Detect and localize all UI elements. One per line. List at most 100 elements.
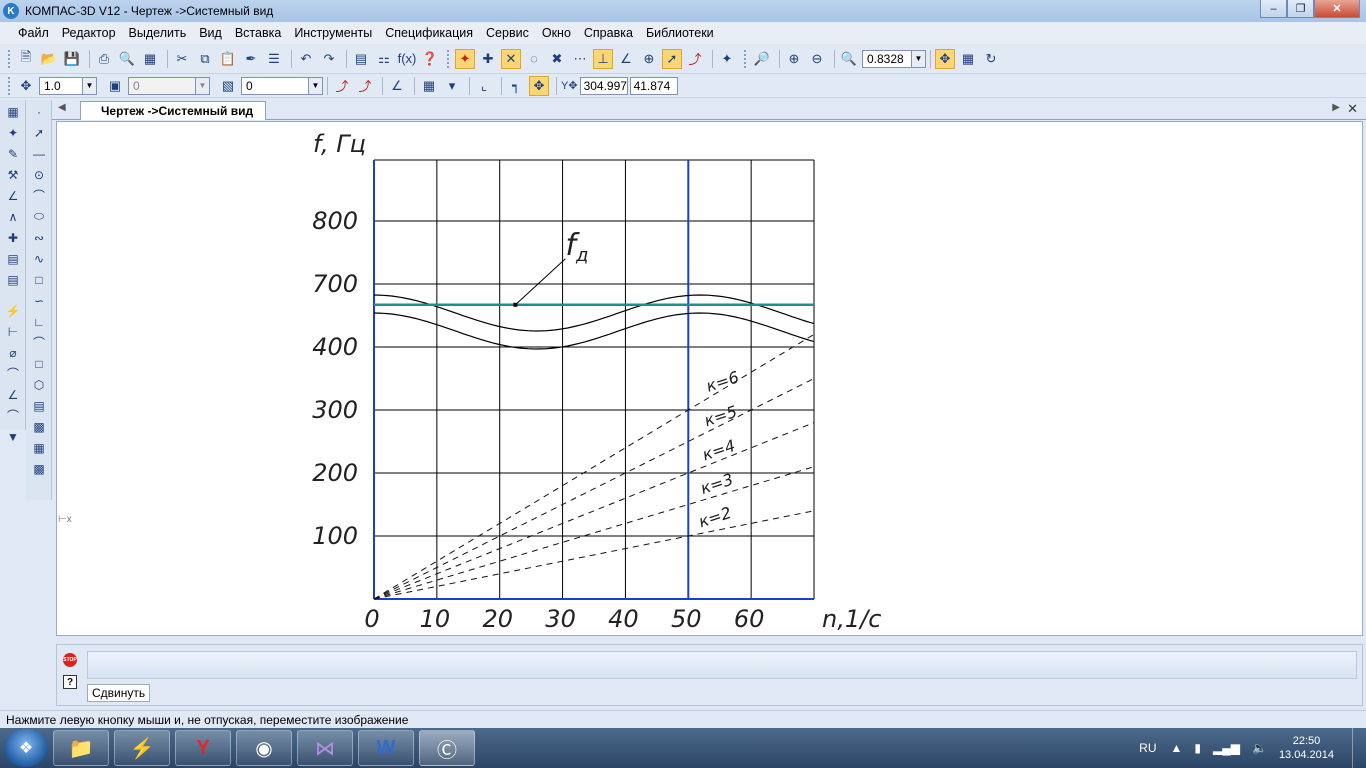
angle-dimension-icon[interactable]: ∠: [3, 385, 23, 404]
polygon-icon[interactable]: ⬡: [29, 375, 49, 394]
measure-tab-icon[interactable]: ∧: [3, 207, 23, 226]
ortho-icon[interactable]: ∠: [387, 76, 407, 96]
hatch-icon[interactable]: ▤: [29, 396, 49, 415]
params-icon[interactable]: ⤴: [332, 76, 352, 96]
stop-icon[interactable]: STOP: [63, 653, 77, 667]
round-icon[interactable]: ✥: [529, 75, 549, 96]
chevron-down-icon[interactable]: ▼: [911, 50, 925, 67]
local-cs-icon[interactable]: ⌞: [474, 76, 494, 96]
snap-angle-icon[interactable]: ✖: [547, 49, 567, 69]
linear-dimension-icon[interactable]: ⊢: [3, 322, 23, 341]
visual-studio-icon[interactable]: ⋈: [297, 730, 353, 766]
view-icon[interactable]: ▣: [105, 76, 125, 96]
menu-service[interactable]: Сервис: [486, 26, 529, 40]
chevron-down-icon[interactable]: ▼: [82, 77, 96, 94]
toolbar-grip[interactable]: [8, 49, 12, 68]
snap-intersection-icon[interactable]: ✚: [478, 49, 498, 69]
toolbar-grip[interactable]: [8, 76, 12, 95]
show-all-icon[interactable]: ▦: [958, 49, 978, 69]
menu-file[interactable]: Файл: [18, 26, 49, 40]
dimensions-tab-icon[interactable]: ✦: [3, 123, 23, 142]
spline-icon[interactable]: ∾: [29, 228, 49, 247]
cut-icon[interactable]: ✂: [172, 49, 192, 69]
point-icon[interactable]: ·: [29, 102, 49, 121]
snap-middle-icon[interactable]: ⊥: [593, 48, 613, 69]
magnet-icon[interactable]: ⤴: [685, 49, 705, 69]
help-cursor-icon[interactable]: ❓: [420, 49, 440, 69]
chevron-down-icon[interactable]: ▼: [308, 77, 322, 94]
undo-icon[interactable]: ↶: [296, 49, 316, 69]
layer-icon[interactable]: ▧: [218, 76, 238, 96]
ellipse-icon[interactable]: ⬭: [29, 207, 49, 226]
word-icon[interactable]: W: [358, 730, 414, 766]
line-width-combo[interactable]: 1.0 ▼: [39, 76, 97, 95]
properties-icon[interactable]: ▦: [140, 49, 160, 69]
coord-x-field[interactable]: 304.997: [579, 76, 628, 95]
circle-icon[interactable]: ⊙: [29, 165, 49, 184]
fillet-icon[interactable]: ⌒: [29, 333, 49, 352]
snap-settings-icon[interactable]: ✦: [717, 49, 737, 69]
redo-icon[interactable]: ↷: [319, 49, 339, 69]
tab-close-icon[interactable]: ✕: [1347, 101, 1358, 117]
zoom-window-icon[interactable]: 🔎: [752, 49, 772, 69]
list-icon[interactable]: ☰: [264, 49, 284, 69]
local-snap-icon[interactable]: ⤴: [355, 76, 375, 96]
rectangle-icon[interactable]: □: [29, 354, 49, 373]
collection-icon[interactable]: ▩: [29, 459, 49, 478]
tab-scroll-right-icon[interactable]: ▶: [1332, 102, 1340, 113]
layer-combo[interactable]: 0 ▼: [241, 76, 323, 95]
menu-select[interactable]: Выделить: [129, 26, 187, 40]
document-tab[interactable]: Чертеж ->Системный вид: [80, 101, 267, 120]
menu-specification[interactable]: Спецификация: [385, 26, 473, 40]
snap-center-icon[interactable]: ◌: [524, 49, 544, 69]
snap-alignment-icon[interactable]: ➚: [662, 48, 682, 69]
open-folder-icon[interactable]: 📂: [39, 49, 59, 69]
command-tab[interactable]: Сдвинуть: [87, 684, 151, 702]
language-indicator[interactable]: RU: [1139, 741, 1156, 755]
battery-icon[interactable]: ▮: [1194, 741, 1201, 755]
height-mark-icon[interactable]: ▼: [3, 427, 23, 446]
help-icon[interactable]: ?: [63, 675, 77, 689]
snap-grid-icon[interactable]: ⋯: [570, 49, 590, 69]
bezier-icon[interactable]: ∽: [29, 291, 49, 310]
save-icon[interactable]: 💾: [62, 49, 82, 69]
macro-icon[interactable]: ▦: [29, 438, 49, 457]
reports-tab-icon[interactable]: ▤: [3, 270, 23, 289]
editing-tab-icon[interactable]: ⚒: [3, 165, 23, 184]
print-icon[interactable]: ⎙: [94, 49, 114, 69]
spec-tab-icon[interactable]: ▤: [3, 249, 23, 268]
restore-button[interactable]: ❐: [1287, 0, 1314, 18]
pan-icon[interactable]: ✥: [935, 48, 955, 69]
menu-help[interactable]: Справка: [584, 26, 633, 40]
function-icon[interactable]: f(x): [397, 49, 417, 69]
polyline-icon[interactable]: ∿: [29, 249, 49, 268]
start-button[interactable]: ❖: [4, 729, 48, 767]
parametrization-tab-icon[interactable]: ∠: [3, 186, 23, 205]
show-desktop-button[interactable]: [1352, 728, 1366, 768]
menu-insert[interactable]: Вставка: [235, 26, 281, 40]
radius-icon[interactable]: ⌒: [3, 364, 23, 383]
snap-circle-icon[interactable]: ⊕: [639, 49, 659, 69]
format-brush-icon[interactable]: ✒: [241, 49, 261, 69]
menu-window[interactable]: Окно: [542, 26, 571, 40]
diameter-icon[interactable]: ⌀: [3, 343, 23, 362]
chrome-icon[interactable]: ◉: [236, 730, 292, 766]
manager-icon[interactable]: ▤: [351, 49, 371, 69]
close-button[interactable]: ✕: [1314, 0, 1360, 18]
select-tab-icon[interactable]: ✚: [3, 228, 23, 247]
zoom-combo[interactable]: 0.8328 ▼: [862, 49, 926, 68]
paste-icon[interactable]: 📋: [218, 49, 238, 69]
fill-icon[interactable]: ▩: [29, 417, 49, 436]
snap-point-icon[interactable]: ✦: [455, 48, 475, 69]
designations-tab-icon[interactable]: ✎: [3, 144, 23, 163]
orthogonal-mode-icon[interactable]: ┑: [506, 76, 526, 96]
zoom-out-icon[interactable]: ⊖: [807, 49, 827, 69]
yandex-icon[interactable]: Y: [175, 730, 231, 766]
snap-tangent-icon[interactable]: ∠: [616, 49, 636, 69]
signal-icon[interactable]: ▂▄▆: [1213, 741, 1240, 755]
contour-icon[interactable]: □: [29, 270, 49, 289]
chamfer-icon[interactable]: ∟: [29, 312, 49, 331]
menu-tools[interactable]: Инструменты: [294, 26, 372, 40]
drawing-canvas[interactable]: fд к=2 к=3 к=4 к=5 к=6 0 10 20 30 40 50 60 100 200 300 4…: [56, 121, 1363, 636]
toolbar-grip[interactable]: [447, 49, 451, 68]
